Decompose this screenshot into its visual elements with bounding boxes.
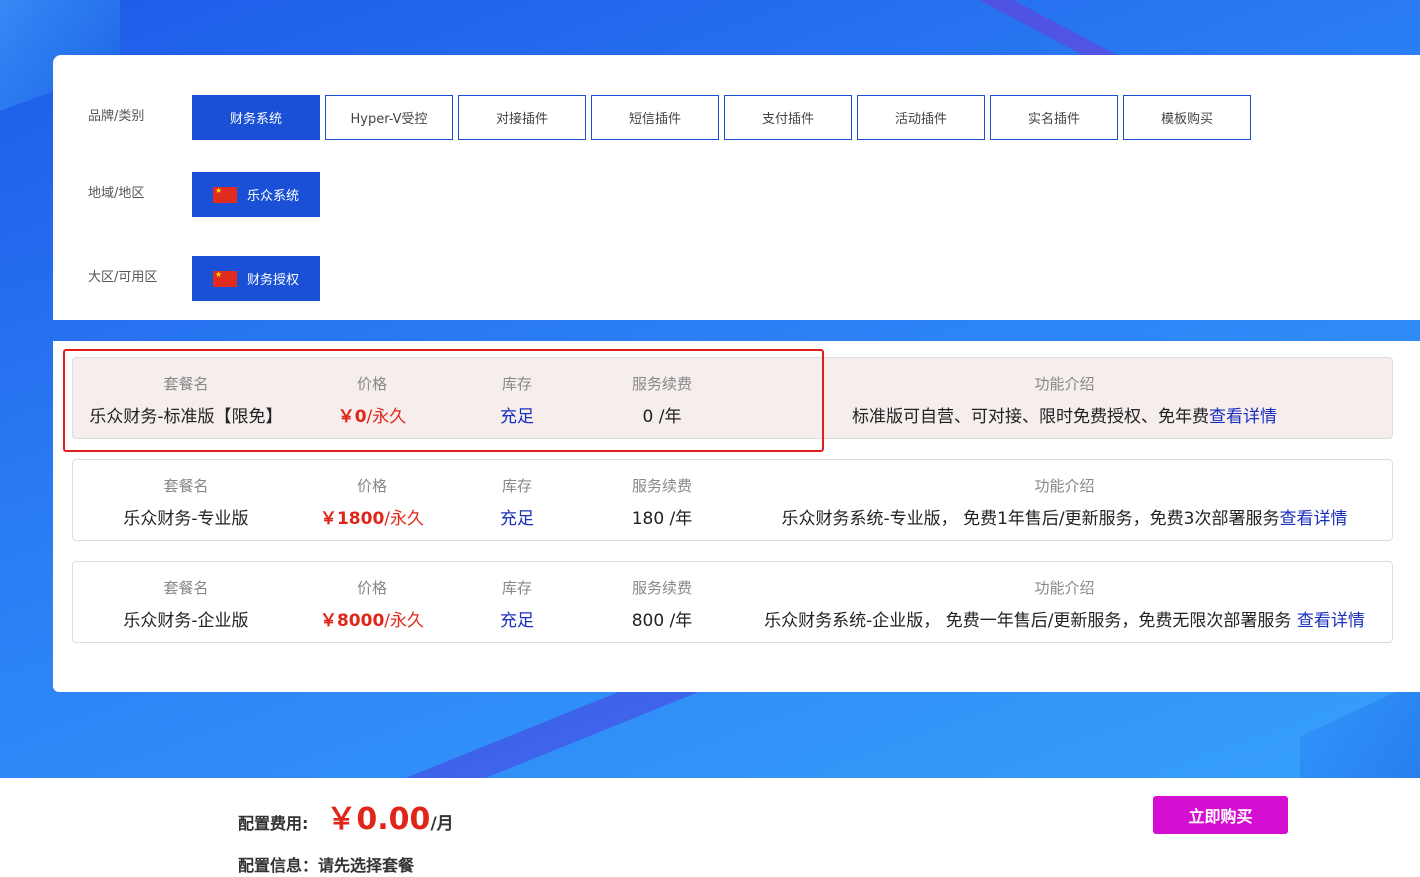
order-footer: 配置费用: ￥0.00 /月 配置信息：请先选择套餐 立即购买: [0, 778, 1420, 877]
plan-header-price: 价格: [356, 579, 387, 597]
fee-unit: /月: [430, 814, 454, 834]
plan-col-renew: 服务续费 800 /年: [589, 562, 735, 642]
option-sms-plugin[interactable]: 短信插件: [591, 95, 719, 140]
plan-detail-link[interactable]: 查看详情: [1297, 611, 1365, 631]
plan-header-feature: 功能介绍: [1034, 579, 1095, 597]
plan-renew: 180 /年: [631, 509, 693, 529]
plan-header-renew: 服务续费: [631, 477, 692, 495]
plan-header-feature: 功能介绍: [1034, 477, 1095, 495]
plan-header-name: 套餐名: [163, 579, 209, 597]
region-options: 乐众系统: [192, 172, 320, 217]
filter-label-brand: 品牌/类别: [88, 109, 145, 124]
buy-now-button[interactable]: 立即购买: [1153, 796, 1288, 834]
option-hyperv[interactable]: Hyper-V受控: [325, 95, 453, 140]
filter-label-zone: 大区/可用区: [88, 270, 158, 285]
option-label: 财务授权: [246, 273, 299, 288]
option-integration-plugin[interactable]: 对接插件: [458, 95, 586, 140]
plan-stock: 充足: [500, 611, 534, 631]
plan-col-stock: 库存 充足: [445, 460, 589, 540]
plan-feature: 乐众财务系统-企业版， 免费一年售后/更新服务，免费无限次部署服务 查看详情: [735, 606, 1394, 631]
plan-col-name: 套餐名 乐众财务-企业版: [73, 562, 299, 642]
option-lezhong-system[interactable]: 乐众系统: [192, 172, 320, 217]
plan-stock: 充足: [500, 509, 534, 529]
plan-item-enterprise[interactable]: 套餐名 乐众财务-企业版 价格 ￥8000/永久 库存 充足 服务续费 800 …: [72, 561, 1393, 643]
plan-col-feature: 功能介绍 乐众财务系统-企业版， 免费一年售后/更新服务，免费无限次部署服务 查…: [735, 562, 1394, 642]
plan-name: 乐众财务-企业版: [123, 611, 249, 631]
plan-header-name: 套餐名: [163, 477, 209, 495]
plan-col-price: 价格 ￥1800/永久: [299, 460, 445, 540]
option-label: 乐众系统: [246, 189, 299, 204]
plan-header-renew: 服务续费: [631, 579, 692, 597]
plan-price: ￥8000/永久: [299, 606, 445, 631]
option-activity-plugin[interactable]: 活动插件: [857, 95, 985, 140]
selected-plan-highlight: [63, 349, 824, 452]
plan-item-professional[interactable]: 套餐名 乐众财务-专业版 价格 ￥1800/永久 库存 充足 服务续费 180 …: [72, 459, 1393, 541]
zone-options: 财务授权: [192, 256, 320, 301]
plan-name: 乐众财务-专业版: [123, 509, 249, 529]
config-info: 配置信息：请先选择套餐: [238, 856, 415, 875]
fee-label: 配置费用:: [238, 814, 309, 833]
plan-header-stock: 库存: [501, 477, 532, 495]
plan-detail-link[interactable]: 查看详情: [1279, 509, 1347, 529]
option-realname-plugin[interactable]: 实名插件: [990, 95, 1118, 140]
filter-panel: 品牌/类别 财务系统 Hyper-V受控 对接插件 短信插件 支付插件 活动插件…: [53, 55, 1420, 320]
plan-feature-text: 标准版可自营、可对接、限时免费授权、免年费: [852, 407, 1209, 427]
plan-feature: 乐众财务系统-专业版， 免费1年售后/更新服务，免费3次部署服务查看详情: [735, 504, 1394, 529]
config-fee: 配置费用: ￥0.00 /月: [238, 794, 454, 838]
plan-price-unit: /永久: [384, 611, 425, 631]
plan-col-price: 价格 ￥8000/永久: [299, 562, 445, 642]
plan-detail-link[interactable]: 查看详情: [1209, 407, 1277, 427]
china-flag-icon: [212, 186, 237, 203]
china-flag-icon: [212, 270, 237, 287]
brand-options: 财务系统 Hyper-V受控 对接插件 短信插件 支付插件 活动插件 实名插件 …: [192, 95, 1251, 140]
fee-amount: ￥0.00: [326, 802, 431, 837]
plan-header-price: 价格: [356, 477, 387, 495]
plan-header-stock: 库存: [501, 579, 532, 597]
filter-label-region: 地域/地区: [88, 186, 145, 201]
plan-price-amount: ￥1800: [319, 509, 385, 529]
plan-price-amount: ￥8000: [319, 611, 385, 631]
plan-price: ￥1800/永久: [299, 504, 445, 529]
option-finance-system[interactable]: 财务系统: [192, 95, 320, 140]
option-payment-plugin[interactable]: 支付插件: [724, 95, 852, 140]
plan-feature-text: 乐众财务系统-企业版， 免费一年售后/更新服务，免费无限次部署服务: [764, 611, 1297, 631]
plan-col-feature: 功能介绍 乐众财务系统-专业版， 免费1年售后/更新服务，免费3次部署服务查看详…: [735, 460, 1394, 540]
plan-header-feature: 功能介绍: [1034, 375, 1095, 393]
option-template-purchase[interactable]: 模板购买: [1123, 95, 1251, 140]
plan-feature-text: 乐众财务系统-专业版， 免费1年售后/更新服务，免费3次部署服务: [781, 509, 1280, 529]
plan-price-unit: /永久: [384, 509, 425, 529]
plan-feature: 标准版可自营、可对接、限时免费授权、免年费查看详情: [735, 402, 1394, 427]
plan-col-stock: 库存 充足: [445, 562, 589, 642]
plan-col-renew: 服务续费 180 /年: [589, 460, 735, 540]
plan-col-feature: 功能介绍 标准版可自营、可对接、限时免费授权、免年费查看详情: [735, 358, 1394, 438]
plan-renew: 800 /年: [631, 611, 693, 631]
option-finance-license[interactable]: 财务授权: [192, 256, 320, 301]
plan-col-name: 套餐名 乐众财务-专业版: [73, 460, 299, 540]
